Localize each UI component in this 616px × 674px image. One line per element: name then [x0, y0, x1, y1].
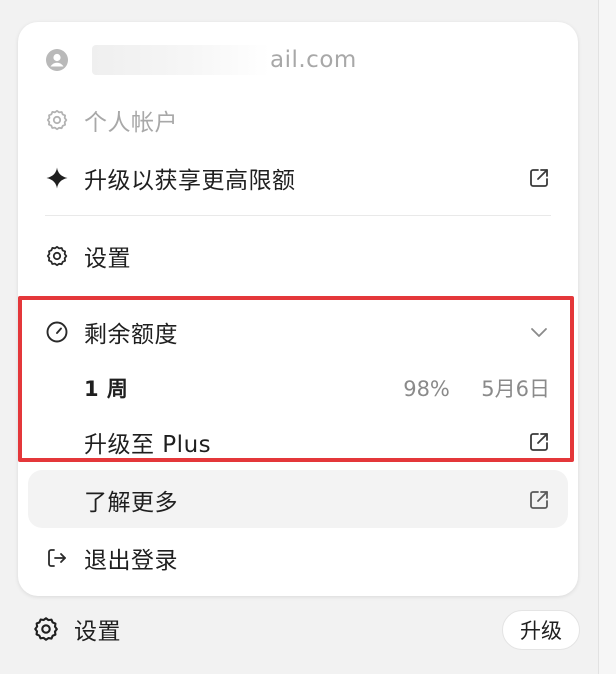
user-circle-icon [45, 48, 69, 72]
remaining-quota-label: 剩余额度 [84, 322, 178, 348]
account-email-row: ail.com [18, 32, 578, 88]
gear-icon [32, 615, 60, 643]
settings-item[interactable]: 设置 [18, 228, 578, 284]
logout-icon [45, 546, 69, 570]
logout-label: 退出登录 [84, 548, 178, 574]
personal-account-item: 个人帐户 [18, 92, 578, 148]
quota-usage: 98% 5月6日 [403, 373, 550, 403]
gauge-icon [45, 320, 69, 344]
sidebar-footer: 设置 升级 [0, 600, 600, 664]
settings-label: 设置 [84, 246, 131, 272]
external-link-icon [528, 167, 550, 189]
account-email: ail.com [270, 47, 357, 73]
gear-icon [45, 244, 69, 268]
footer-settings-button[interactable]: 设置 [32, 612, 121, 646]
upgrade-plus-label: 升级至 Plus [84, 432, 212, 458]
remaining-quota-item[interactable]: 剩余额度 [18, 304, 578, 360]
external-link-icon [528, 431, 550, 453]
account-menu: ail.com 个人帐户 升级以获享更高限额 设置 剩余额度 1 周 98% 5… [18, 22, 578, 596]
main-panel-edge [598, 0, 616, 674]
email-redaction [92, 45, 270, 75]
logout-item[interactable]: 退出登录 [18, 530, 578, 586]
quota-reset-date: 5月6日 [481, 377, 550, 401]
upgrade-limit-item[interactable]: 升级以获享更高限额 [18, 150, 578, 206]
external-link-icon [528, 489, 550, 511]
footer-settings-label: 设置 [74, 619, 121, 645]
chevron-down-icon [528, 321, 550, 343]
quota-percent: 98% [403, 377, 450, 401]
upgrade-button[interactable]: 升级 [502, 610, 580, 650]
learn-more-label: 了解更多 [84, 490, 178, 516]
upgrade-limit-label: 升级以获享更高限额 [84, 168, 296, 194]
quota-period: 1 周 [84, 377, 129, 401]
menu-divider [45, 215, 551, 216]
personal-account-label: 个人帐户 [84, 110, 178, 136]
upgrade-plus-item[interactable]: 升级至 Plus [18, 414, 578, 470]
quota-week-row: 1 周 98% 5月6日 [18, 360, 578, 416]
learn-more-item[interactable]: 了解更多 [18, 472, 578, 528]
sparkle-icon [45, 166, 69, 190]
gear-icon [45, 108, 69, 132]
